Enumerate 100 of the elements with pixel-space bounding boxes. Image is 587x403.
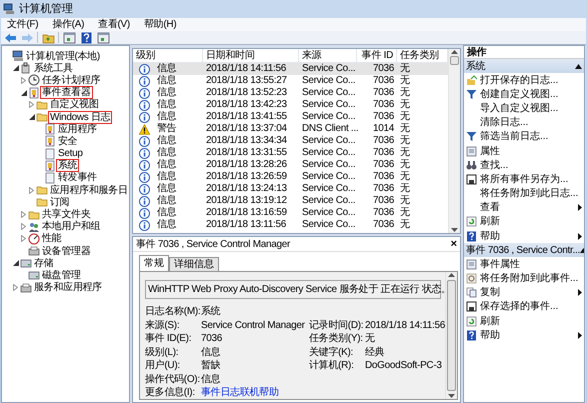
field-value: Service Control Manager <box>201 318 306 332</box>
tab[interactable]: 常规 <box>139 255 169 271</box>
help-link[interactable]: 事件日志联机帮助 <box>201 386 309 399</box>
action-item[interactable]: 复制 <box>464 286 584 300</box>
back-arrow-button[interactable] <box>3 31 17 44</box>
tree-item[interactable]: 自定义视图 <box>49 99 100 110</box>
action-item[interactable]: 刷新 <box>464 314 584 328</box>
menu-item[interactable]: 文件(F) <box>1 18 44 30</box>
collapse-arrow-icon[interactable] <box>580 248 584 253</box>
tree-item[interactable]: 转发事件 <box>57 172 98 184</box>
page-icon <box>44 148 56 160</box>
tree-item[interactable]: 磁盘管理 <box>41 270 82 281</box>
table-row[interactable]: 信息 2018/1/18 13:28:26 Service Co... 7036 无 <box>133 159 448 171</box>
expanded-triangle-icon[interactable] <box>12 260 18 266</box>
scrollbar[interactable] <box>445 272 457 399</box>
table-row[interactable]: 信息 2018/1/18 13:55:27 Service Co... 7036 无 <box>133 75 448 87</box>
action-item[interactable]: 属性 <box>464 144 584 158</box>
tree-item[interactable]: 计算机管理(本地) <box>25 50 101 62</box>
scroll-thumb[interactable] <box>450 56 459 65</box>
collapsed-triangle-icon[interactable] <box>21 211 26 218</box>
collapsed-triangle-icon[interactable] <box>21 223 26 230</box>
action-item[interactable]: 打开保存的日志... <box>464 73 584 88</box>
action-item[interactable]: 帮助 <box>464 229 584 244</box>
table-row[interactable]: 信息 2018/1/18 13:24:13 Service Co... 7036 无 <box>133 183 448 195</box>
table-row[interactable]: 信息 2018/1/18 13:19:12 Service Co... 7036 无 <box>133 195 448 207</box>
tree-item[interactable]: 设备管理器 <box>41 246 92 257</box>
tree-item[interactable]: 订阅 <box>49 196 70 208</box>
date-text: 2018/1/18 13:42:23 <box>205 99 288 111</box>
table-row[interactable]: 信息 2018/1/18 13:42:23 Service Co... 7036 无 <box>133 99 448 111</box>
table-row[interactable]: 信息 2018/1/18 13:11:56 Service Co... 7036 无 <box>133 219 448 231</box>
tree-item[interactable]: 安全 <box>57 136 78 147</box>
action-item[interactable]: 清除日志... <box>464 116 584 130</box>
help-button[interactable] <box>79 31 93 44</box>
tab[interactable]: 详细信息 <box>169 257 219 271</box>
scroll-down-arrow-icon[interactable] <box>448 394 455 399</box>
close-button[interactable]: × <box>450 238 457 250</box>
log-icon <box>44 123 56 136</box>
scroll-thumb[interactable] <box>447 280 456 391</box>
scroll-up-arrow-icon[interactable] <box>448 272 455 277</box>
action-item[interactable]: 导入自定义视图... <box>464 101 584 116</box>
table-row[interactable]: 信息 2018/1/18 13:52:23 Service Co... 7036 无 <box>133 87 448 99</box>
computer-icon <box>12 50 24 62</box>
info-icon <box>136 184 153 194</box>
level-text: 信息 <box>156 195 178 206</box>
log-icon <box>44 160 56 172</box>
tree-item[interactable]: Setup <box>57 148 84 160</box>
collapsed-triangle-icon[interactable] <box>29 101 34 108</box>
action-item[interactable]: 帮助 <box>464 328 584 342</box>
tree-item[interactable]: 本地用户和组 <box>41 221 102 232</box>
tree-item[interactable]: 系统工具 <box>33 62 74 74</box>
table-row[interactable]: 信息 2018/1/18 13:26:59 Service Co... 7036 无 <box>133 171 448 183</box>
tree-item[interactable]: 性能 <box>41 233 62 244</box>
tree-item[interactable]: Windows 日志 <box>49 112 112 123</box>
action-item[interactable]: 将任务附加到此日志... <box>464 186 584 201</box>
menu-item[interactable]: 查看(V) <box>92 18 136 30</box>
menu-item[interactable]: 帮助(H) <box>138 18 182 30</box>
tree-item[interactable]: 应用程序和服务日 <box>49 184 129 196</box>
action-item[interactable]: 事件属性 <box>464 257 584 272</box>
action-item[interactable]: 查找... <box>464 158 584 172</box>
panel-button[interactable] <box>62 31 76 44</box>
action-item[interactable]: 刷新 <box>464 214 584 230</box>
tree-item[interactable]: 任务计划程序 <box>41 74 102 86</box>
expanded-triangle-icon[interactable] <box>20 90 26 96</box>
field-label: 日志名称(M): <box>145 305 201 318</box>
event-id-text: 7036 <box>372 99 395 111</box>
table-row[interactable]: 警告 2018/1/18 13:37:04 DNS Client ... 1014 无 <box>133 123 448 135</box>
collapse-arrow-icon[interactable] <box>575 64 582 68</box>
date-text: 2018/1/18 13:11:56 <box>205 219 288 231</box>
tree-item[interactable]: 系统 <box>57 160 78 172</box>
table-row[interactable]: 信息 2018/1/18 13:34:34 Service Co... 7036 无 <box>133 135 448 147</box>
action-item[interactable]: 将所有事件另存为... <box>464 172 584 186</box>
field-label: 来源(S): <box>145 318 180 332</box>
action-item[interactable]: 创建自定义视图... <box>464 87 584 102</box>
table-row[interactable]: 信息 2018/1/18 13:31:55 Service Co... 7036 无 <box>133 147 448 159</box>
folder-icon <box>28 208 40 221</box>
tree-item[interactable]: 存储 <box>33 258 54 269</box>
table-row[interactable]: 信息 2018/1/18 13:16:59 Service Co... 7036 无 <box>133 207 448 219</box>
menu-item[interactable]: 操作(A) <box>46 18 90 30</box>
expanded-triangle-icon[interactable] <box>12 65 18 72</box>
collapsed-triangle-icon[interactable] <box>29 186 34 194</box>
category-text: 无 <box>399 75 411 87</box>
scroll-down-arrow-icon[interactable] <box>451 228 458 233</box>
tree-item[interactable]: 应用程序 <box>57 124 98 135</box>
tree-item[interactable]: 事件查看器 <box>41 87 92 98</box>
collapsed-triangle-icon[interactable] <box>21 235 26 242</box>
scroll-up-arrow-icon[interactable] <box>451 49 458 54</box>
collapsed-triangle-icon[interactable] <box>13 284 18 292</box>
panel-button[interactable] <box>96 31 110 44</box>
scrollbar[interactable] <box>448 49 460 233</box>
expanded-triangle-icon[interactable] <box>28 114 34 120</box>
tree-item[interactable]: 共享文件夹 <box>41 209 92 220</box>
action-item[interactable]: 将任务附加到此事件... <box>464 271 584 286</box>
section-header[interactable]: 系统 <box>464 59 584 73</box>
tree-item[interactable]: 服务和应用程序 <box>33 282 103 294</box>
table-row[interactable]: 信息 2018/1/18 14:11:56 Service Co... 7036 无 <box>133 63 448 75</box>
action-item[interactable]: 查看 <box>464 200 584 215</box>
action-item[interactable]: 筛选当前日志... <box>464 130 584 144</box>
collapsed-triangle-icon[interactable] <box>21 76 26 84</box>
action-item[interactable]: 保存选择的事件... <box>464 300 584 314</box>
table-row[interactable]: 信息 2018/1/18 13:41:55 Service Co... 7036 无 <box>133 111 448 123</box>
